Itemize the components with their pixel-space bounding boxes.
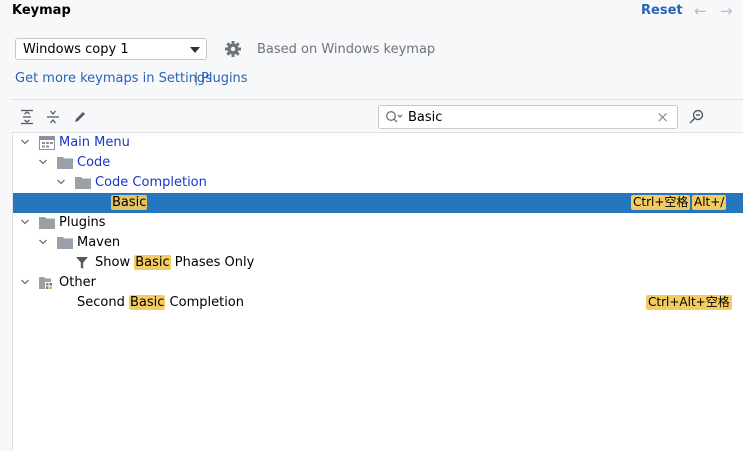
tree-row-main-menu[interactable]: Main Menu xyxy=(13,133,743,153)
filter-icon xyxy=(76,257,88,269)
gear-icon[interactable] xyxy=(224,40,242,62)
tree-row-other[interactable]: Other xyxy=(13,273,743,293)
keymap-select-value: Windows copy 1 xyxy=(23,42,129,57)
chevron-down-icon[interactable] xyxy=(20,137,30,147)
tree-row-show-basic-phases[interactable]: Show Basic Phases Only xyxy=(13,253,743,273)
folder-icon xyxy=(75,177,91,189)
expand-all-icon[interactable] xyxy=(19,109,35,125)
plugins-link[interactable]: Plugins xyxy=(201,71,248,86)
label-text: Second xyxy=(77,295,129,310)
tree-row-code[interactable]: Code xyxy=(13,153,743,173)
tree-label-main-menu: Main Menu xyxy=(59,135,130,150)
link-separator: | xyxy=(194,71,199,86)
back-arrow-icon[interactable]: ← xyxy=(694,2,707,20)
search-icon xyxy=(385,110,403,128)
tree-row-code-completion[interactable]: Code Completion xyxy=(13,173,743,193)
divider xyxy=(12,99,743,100)
close-icon[interactable]: × xyxy=(656,108,669,126)
edit-pencil-icon[interactable] xyxy=(72,109,88,125)
search-input[interactable]: Basic × xyxy=(378,105,678,129)
tree-label-show-basic-phases: Show Basic Phases Only xyxy=(95,255,254,270)
shortcut-badge: Alt+/ xyxy=(692,195,727,210)
chevron-down-icon[interactable] xyxy=(38,157,48,167)
tree-row-plugins[interactable]: Plugins xyxy=(13,213,743,233)
tree-label-basic: Basic xyxy=(111,195,148,210)
tree-label-plugins: Plugins xyxy=(59,215,106,230)
chevron-down-icon xyxy=(190,47,200,53)
collapse-all-icon[interactable] xyxy=(45,109,61,125)
search-highlight: Basic xyxy=(111,195,148,210)
tree-label-code: Code xyxy=(77,155,111,170)
chevron-down-icon[interactable] xyxy=(20,277,30,287)
tree-label-maven: Maven xyxy=(77,235,121,250)
label-text: Phases Only xyxy=(170,255,255,270)
page-title: Keymap xyxy=(12,3,71,18)
folder-icon xyxy=(39,217,55,229)
folder-icon xyxy=(57,237,73,249)
menu-icon xyxy=(39,136,55,150)
chevron-down-icon[interactable] xyxy=(38,237,48,247)
search-highlight: Basic xyxy=(128,295,166,310)
label-text: Completion xyxy=(165,295,244,310)
chevron-down-icon[interactable] xyxy=(20,217,30,227)
reset-button[interactable]: Reset xyxy=(641,3,683,18)
shortcut-badge: Ctrl+空格 xyxy=(631,195,691,210)
other-group-icon xyxy=(39,277,52,289)
tree-label-code-completion: Code Completion xyxy=(95,175,207,190)
tree-label-second-basic-completion: Second Basic Completion xyxy=(77,295,244,310)
keymap-tree[interactable]: Main Menu Code Code Completion Basic Ctr… xyxy=(12,132,743,451)
tree-row-second-basic-completion[interactable]: Second Basic Completion Ctrl+Alt+空格 xyxy=(13,293,743,313)
tree-row-basic[interactable]: Basic Ctrl+空格 Alt+/ xyxy=(13,193,743,213)
tree-row-maven[interactable]: Maven xyxy=(13,233,743,253)
shortcut-badge: Ctrl+Alt+空格 xyxy=(646,295,732,310)
forward-arrow-icon[interactable]: → xyxy=(720,2,733,20)
search-value: Basic xyxy=(408,110,443,125)
keymap-select[interactable]: Windows copy 1 xyxy=(15,38,207,60)
folder-icon xyxy=(57,157,73,169)
search-highlight: Basic xyxy=(134,255,171,270)
tree-label-other: Other xyxy=(59,275,96,290)
label-text: Show xyxy=(95,255,135,270)
based-on-label: Based on Windows keymap xyxy=(257,42,436,57)
chevron-down-icon[interactable] xyxy=(56,177,66,187)
get-more-keymaps-link[interactable]: Get more keymaps in Settings xyxy=(15,71,212,86)
find-shortcut-icon[interactable] xyxy=(688,108,706,130)
